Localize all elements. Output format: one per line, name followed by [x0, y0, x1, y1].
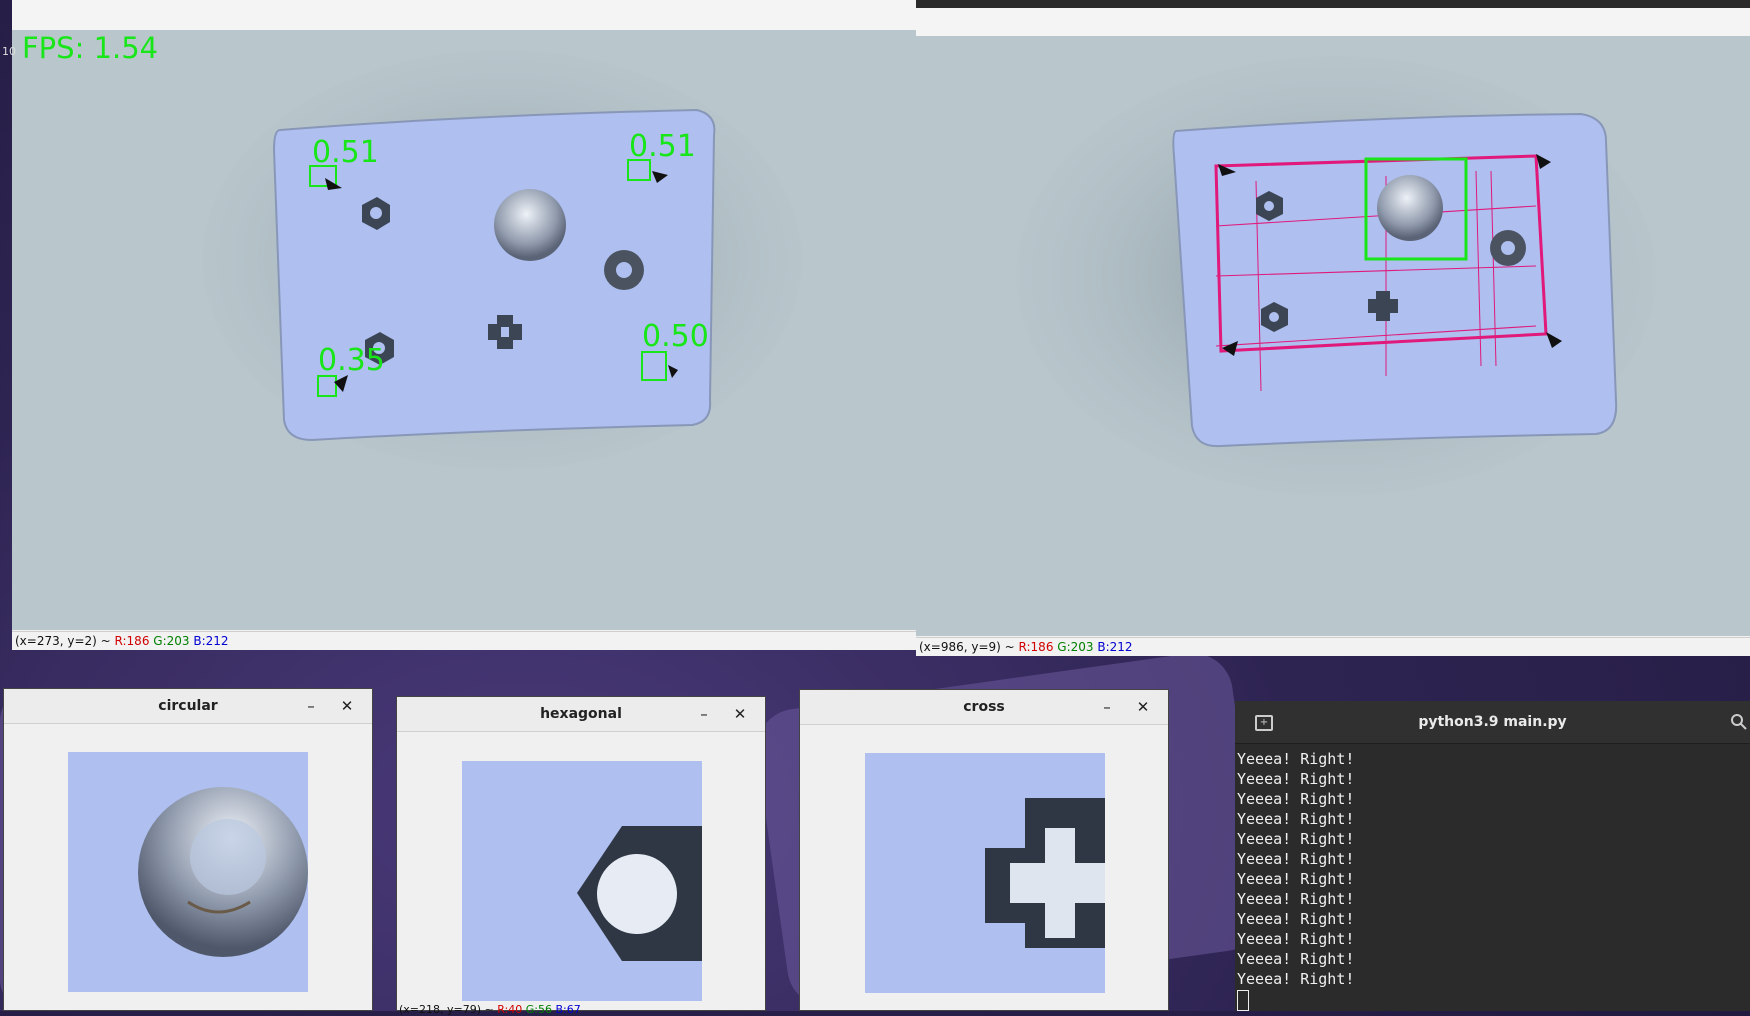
close-button[interactable]: ✕ [334, 689, 360, 723]
left-edge-label: 10 [2, 45, 16, 58]
pixel-red: R:186 [1018, 640, 1054, 654]
new-tab-icon[interactable]: + [1255, 715, 1273, 731]
right-camera-canvas[interactable] [916, 36, 1750, 636]
fps-counter: FPS: 1.54 [22, 31, 159, 65]
output-line: Yeeea! Right! [1237, 950, 1355, 968]
output-line: Yeeea! Right! [1237, 970, 1355, 988]
terminal-title: python3.9 main.py [1418, 714, 1567, 730]
left-camera-window: 0.51 0.51 0.35 0.50 FPS: 1.54 (x=273, y=… [12, 0, 916, 650]
terminal-window: python3.9 main.py + Yeeea! Right! Yeeea!… [1235, 701, 1750, 1011]
pixel-green: G:203 [153, 634, 190, 648]
pixel-blue: B:67 [555, 1003, 581, 1016]
left-camera-canvas[interactable]: 0.51 0.51 0.35 0.50 FPS: 1.54 [12, 30, 916, 630]
right-scene [1016, 56, 1656, 496]
hexagonal-window: hexagonal – ✕ (x=218, y=79) ~ R:40 G:56 … [396, 696, 766, 1016]
terminal-cursor [1237, 990, 1249, 1011]
output-line: Yeeea! Right! [1237, 790, 1355, 808]
score-label: 0.51 [629, 129, 696, 164]
output-line: Yeeea! Right! [1237, 910, 1355, 928]
output-line: Yeeea! Right! [1237, 750, 1355, 768]
pixel-green: G:203 [1057, 640, 1094, 654]
close-button[interactable]: ✕ [1130, 690, 1156, 724]
output-line: Yeeea! Right! [1237, 870, 1355, 888]
output-line: Yeeea! Right! [1237, 890, 1355, 908]
pixel-red: R:40 [497, 1003, 523, 1016]
left-window-topbar [12, 0, 916, 31]
cross-window: cross – ✕ [799, 689, 1169, 1011]
score-label: 0.35 [318, 343, 385, 378]
cursor-coords: (x=273, y=2) ~ [15, 634, 115, 648]
right-camera-window: (x=986, y=9) ~ R:186 G:203 B:212 [916, 0, 1750, 656]
score-label: 0.50 [642, 319, 709, 354]
close-button[interactable]: ✕ [727, 697, 753, 731]
dome [494, 189, 566, 261]
left-status-bar: (x=273, y=2) ~ R:186 G:203 B:212 [12, 631, 916, 650]
pixel-blue: B:212 [193, 634, 229, 648]
pixel-blue: B:212 [1097, 640, 1133, 654]
output-line: Yeeea! Right! [1237, 830, 1355, 848]
output-line: Yeeea! Right! [1237, 810, 1355, 828]
score-label: 0.51 [312, 135, 379, 170]
minimize-button[interactable]: – [1094, 690, 1120, 724]
circular-window: circular – ✕ [3, 688, 373, 1011]
cross-crop-image [865, 753, 1105, 993]
dome [1377, 175, 1443, 241]
circular-crop-image [68, 752, 308, 992]
cursor-coords: (x=218, y=79) ~ [399, 1003, 498, 1016]
minimize-button[interactable]: – [691, 697, 717, 731]
terminal-output[interactable]: Yeeea! Right! Yeeea! Right! Yeeea! Right… [1237, 749, 1746, 1011]
terminal-titlebar: python3.9 main.py [1235, 701, 1750, 744]
right-status-bar: (x=986, y=9) ~ R:186 G:203 B:212 [916, 637, 1750, 656]
hexagonal-status: (x=218, y=79) ~ R:40 G:56 B:67 [399, 1003, 581, 1016]
minimize-button[interactable]: – [298, 689, 324, 723]
output-line: Yeeea! Right! [1237, 850, 1355, 868]
pixel-red: R:186 [114, 634, 150, 648]
output-line: Yeeea! Right! [1237, 770, 1355, 788]
hexagonal-crop-image [462, 761, 702, 1001]
pixel-green: G:56 [525, 1003, 552, 1016]
search-icon[interactable] [1730, 713, 1748, 731]
output-line: Yeeea! Right! [1237, 930, 1355, 948]
cursor-coords: (x=986, y=9) ~ [919, 640, 1019, 654]
left-scene: 0.51 0.51 0.35 0.50 [202, 50, 802, 470]
